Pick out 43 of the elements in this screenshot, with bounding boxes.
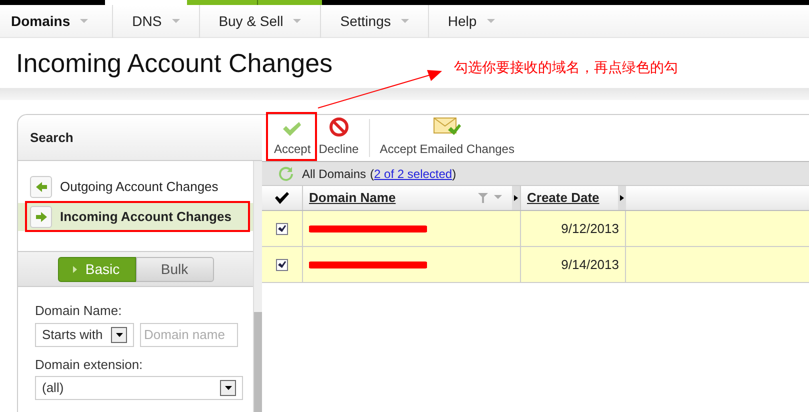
- toolbar-button[interactable]: Accept: [270, 117, 315, 161]
- paren: ): [452, 166, 456, 182]
- column-menu-icon[interactable]: [512, 186, 520, 210]
- date-cell-text: 9/12/2013: [561, 220, 619, 238]
- nav-tab[interactable]: Settings: [320, 4, 428, 38]
- toolbar-button[interactable]: Decline: [314, 117, 363, 161]
- toolbar-button[interactable]: Accept Emailed Changes: [376, 117, 518, 161]
- checkbox[interactable]: [276, 258, 288, 270]
- scrollbar[interactable]: [253, 161, 262, 412]
- prohibited-icon: [328, 117, 349, 137]
- date-cell-text: 9/14/2013: [561, 256, 619, 274]
- nav-item[interactable]: Outgoing Account Changes: [18, 173, 253, 201]
- annotation-box: [266, 112, 317, 161]
- caret-icon: [293, 19, 302, 23]
- envelope-check-icon: [433, 117, 462, 137]
- nav-tab[interactable]: Domains: [0, 4, 112, 38]
- field-label: Domain Name:: [35, 302, 123, 320]
- paren: (: [370, 166, 374, 182]
- panel-title: Search: [30, 128, 74, 147]
- play-icon: [73, 266, 78, 272]
- caret-icon: [486, 19, 495, 23]
- domain-name-field[interactable]: Domain name: [140, 322, 238, 346]
- nav-tab[interactable]: DNS: [112, 4, 199, 38]
- grid-caption: All Domains: [302, 166, 366, 182]
- caret-icon: [80, 19, 88, 23]
- page-title: Incoming Account Changes: [16, 46, 333, 80]
- nav-item[interactable]: Incoming Account Changes: [18, 203, 253, 231]
- nav-tab[interactable]: Help: [428, 4, 514, 38]
- caret-icon: [172, 19, 180, 23]
- checkmark-icon[interactable]: [275, 192, 289, 204]
- checkbox[interactable]: [276, 222, 288, 234]
- nav-tab[interactable]: Buy & Sell: [198, 4, 320, 38]
- extension-select[interactable]: (all): [35, 376, 243, 400]
- caret-icon: [400, 19, 409, 23]
- column-header[interactable]: Domain Name: [309, 188, 396, 208]
- annotation-text: 勾选你要接收的域名，再点绿色的勾: [454, 58, 678, 77]
- mode-tab[interactable]: Bulk: [136, 256, 214, 282]
- selection-link[interactable]: 2 of 2 selected: [374, 164, 452, 182]
- column-header[interactable]: Create Date: [527, 188, 600, 208]
- checkmark-icon: [282, 121, 302, 137]
- column-menu-icon[interactable]: [618, 186, 626, 210]
- match-select[interactable]: Starts with: [35, 322, 134, 346]
- field-label: Domain extension:: [35, 356, 144, 374]
